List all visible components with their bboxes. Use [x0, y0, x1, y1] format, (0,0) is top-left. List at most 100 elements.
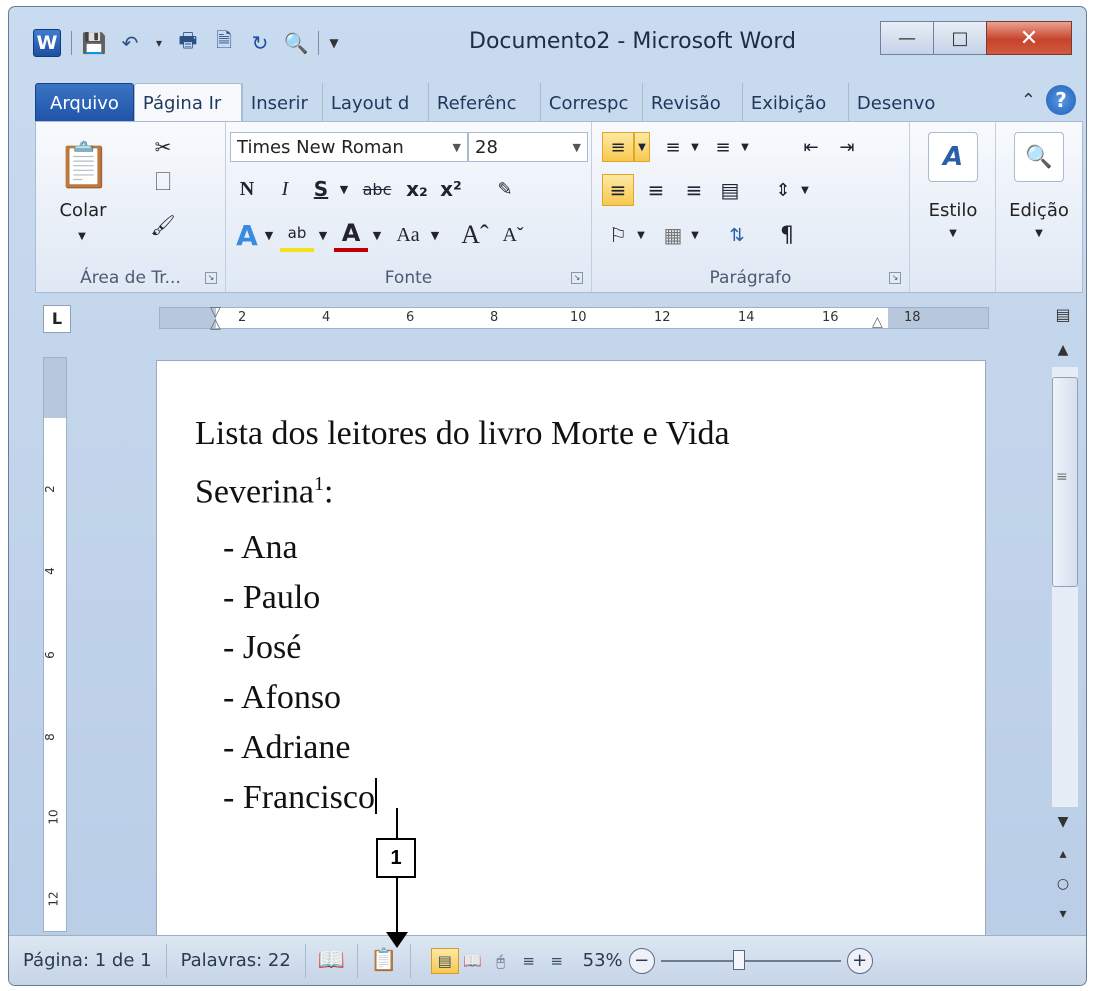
text-effects-icon[interactable]: A — [232, 218, 262, 252]
decrease-indent-icon[interactable]: ⇤ — [796, 132, 826, 162]
next-page-icon[interactable]: ▾ — [1048, 901, 1078, 927]
italic-icon[interactable]: I — [270, 174, 300, 204]
shading-icon[interactable]: ⚐ — [602, 218, 634, 252]
grow-font-icon[interactable]: Aˆ — [458, 218, 492, 252]
zoom-out-icon[interactable]: − — [628, 947, 655, 974]
print-layout-icon[interactable]: ▤ — [430, 947, 459, 974]
minimize-ribbon-icon[interactable]: ⌃ — [1021, 90, 1036, 111]
editing-dropdown-icon[interactable]: ▼ — [1030, 226, 1048, 240]
undo-icon[interactable]: ↶ — [116, 29, 144, 57]
find-icon[interactable]: 🔍 — [1014, 132, 1064, 182]
editing-button-label[interactable]: Edição — [996, 200, 1082, 221]
underline-dropdown-icon[interactable]: ▼ — [336, 174, 352, 204]
page-count[interactable]: Página: 1 de 1 — [9, 943, 167, 978]
bullets-dropdown-icon[interactable]: ▼ — [634, 132, 650, 162]
highlight-icon[interactable]: ab — [280, 218, 314, 252]
styles-icon[interactable]: A — [928, 132, 978, 182]
close-button[interactable]: ✕ — [986, 21, 1072, 55]
multilevel-dropdown-icon[interactable]: ▼ — [738, 132, 752, 162]
clipboard-launcher-icon[interactable]: ↘ — [205, 272, 217, 284]
tab-revisao[interactable]: Revisão — [641, 83, 742, 123]
subscript-icon[interactable]: x₂ — [402, 174, 432, 204]
tab-correspondencias[interactable]: Correspc — [539, 83, 642, 123]
web-layout-icon[interactable]: 🖰 — [487, 948, 515, 974]
bold-icon[interactable]: N — [232, 174, 262, 204]
zoom-level[interactable]: 53% — [583, 950, 623, 971]
word-count[interactable]: Palavras: 22 — [167, 943, 306, 978]
document-body[interactable]: Lista dos leitores do livro Morte e Vida… — [195, 409, 730, 823]
numbering-dropdown-icon[interactable]: ▼ — [688, 132, 702, 162]
styles-button-label[interactable]: Estilo — [910, 200, 996, 221]
shading-dropdown-icon[interactable]: ▼ — [634, 218, 648, 252]
tab-arquivo[interactable]: Arquivo — [35, 83, 134, 123]
customize-qat-icon[interactable]: ▼ — [327, 29, 341, 57]
numbering-icon[interactable]: ≡ — [658, 132, 688, 162]
align-center-icon[interactable]: ≡ — [640, 174, 672, 206]
align-right-icon[interactable]: ≡ — [678, 174, 710, 206]
draft-icon[interactable]: ≡ — [543, 948, 571, 974]
scroll-up-icon[interactable]: ▲ — [1048, 337, 1078, 363]
justify-icon[interactable]: ▤ — [714, 174, 746, 206]
tab-inserir[interactable]: Inserir — [241, 83, 322, 123]
paste-dropdown-icon[interactable]: ▼ — [72, 228, 92, 244]
multilevel-list-icon[interactable]: ≡ — [708, 132, 738, 162]
change-case-icon[interactable]: Aa — [388, 218, 428, 252]
new-document-icon[interactable]: 🗎 — [210, 28, 238, 57]
tab-layout[interactable]: Layout d — [321, 83, 428, 123]
minimize-button[interactable]: — — [880, 21, 934, 55]
highlight-dropdown-icon[interactable]: ▼ — [316, 218, 330, 252]
cut-icon[interactable]: ✂ — [148, 132, 178, 162]
footnote-reference[interactable]: 1 — [314, 473, 324, 495]
zoom-slider-thumb[interactable] — [732, 949, 745, 970]
format-painter-icon[interactable]: 🖌 — [148, 210, 178, 240]
print-preview-icon[interactable]: 🔍 — [282, 29, 310, 57]
line-spacing-icon[interactable]: ⇕ — [768, 174, 798, 206]
clear-formatting-icon[interactable]: ✎ — [490, 174, 520, 204]
print-icon[interactable]: 🖶 — [174, 28, 202, 57]
redo-icon[interactable]: ↻ — [246, 29, 274, 57]
tab-selector-button[interactable]: L — [43, 305, 71, 333]
tab-exibicao[interactable]: Exibição — [741, 83, 848, 123]
strikethrough-icon[interactable]: abc — [356, 174, 398, 204]
previous-page-icon[interactable]: ▴ — [1048, 841, 1078, 867]
borders-dropdown-icon[interactable]: ▼ — [688, 218, 702, 252]
superscript-icon[interactable]: x² — [436, 174, 466, 204]
align-left-icon[interactable]: ≡ — [602, 174, 634, 206]
undo-dropdown-icon[interactable]: ▾ — [152, 29, 166, 57]
show-formatting-marks-icon[interactable]: ¶ — [772, 218, 802, 252]
underline-icon[interactable]: S — [306, 174, 336, 204]
paste-button-label[interactable]: Colar — [48, 200, 118, 221]
tab-pagina-inicial[interactable]: Página Ir — [133, 83, 242, 123]
shrink-font-icon[interactable]: Aˇ — [498, 218, 528, 252]
zoom-slider[interactable] — [660, 949, 841, 970]
increase-indent-icon[interactable]: ⇥ — [832, 132, 862, 162]
text-effects-dropdown-icon[interactable]: ▼ — [262, 218, 276, 252]
font-launcher-icon[interactable]: ↘ — [571, 272, 583, 284]
horizontal-ruler[interactable]: 2 4 6 8 10 12 14 16 18 ▽ △ △ — [159, 304, 989, 332]
browse-object-icon[interactable]: ○ — [1048, 871, 1078, 897]
document-page[interactable]: Lista dos leitores do livro Morte e Vida… — [157, 361, 985, 941]
font-size-combo[interactable]: 28 ▼ — [468, 132, 588, 162]
line-spacing-dropdown-icon[interactable]: ▼ — [798, 174, 812, 206]
maximize-button[interactable]: □ — [933, 21, 987, 55]
vertical-ruler[interactable]: 2 4 6 8 10 12 — [43, 357, 67, 932]
paste-icon[interactable]: 📋 — [54, 130, 114, 200]
hanging-indent-marker[interactable]: △ — [210, 316, 221, 332]
macro-recording-icon[interactable]: 📋 — [358, 943, 411, 978]
sort-icon[interactable]: ⇅ — [720, 218, 754, 252]
full-screen-reading-icon[interactable]: 📖 — [459, 948, 487, 974]
styles-dropdown-icon[interactable]: ▼ — [944, 226, 962, 240]
proofing-status-icon[interactable]: 📖 — [306, 943, 359, 978]
help-icon[interactable]: ? — [1046, 85, 1076, 115]
save-icon[interactable]: 💾 — [80, 29, 108, 57]
scroll-down-icon[interactable]: ▼ — [1048, 809, 1078, 835]
view-ruler-icon[interactable]: ▤ — [1048, 301, 1078, 327]
word-app-icon[interactable]: W — [33, 29, 61, 57]
vertical-scrollbar[interactable]: ▤ ▲ ≡ ▼ ▴ ○ ▾ — [1048, 297, 1078, 933]
font-color-dropdown-icon[interactable]: ▼ — [370, 218, 384, 252]
right-indent-marker[interactable]: △ — [872, 314, 883, 330]
paragraph-launcher-icon[interactable]: ↘ — [889, 272, 901, 284]
change-case-dropdown-icon[interactable]: ▼ — [428, 218, 442, 252]
copy-icon[interactable]: 🗌 — [148, 170, 178, 200]
font-name-dropdown-icon[interactable]: ▼ — [453, 141, 461, 154]
